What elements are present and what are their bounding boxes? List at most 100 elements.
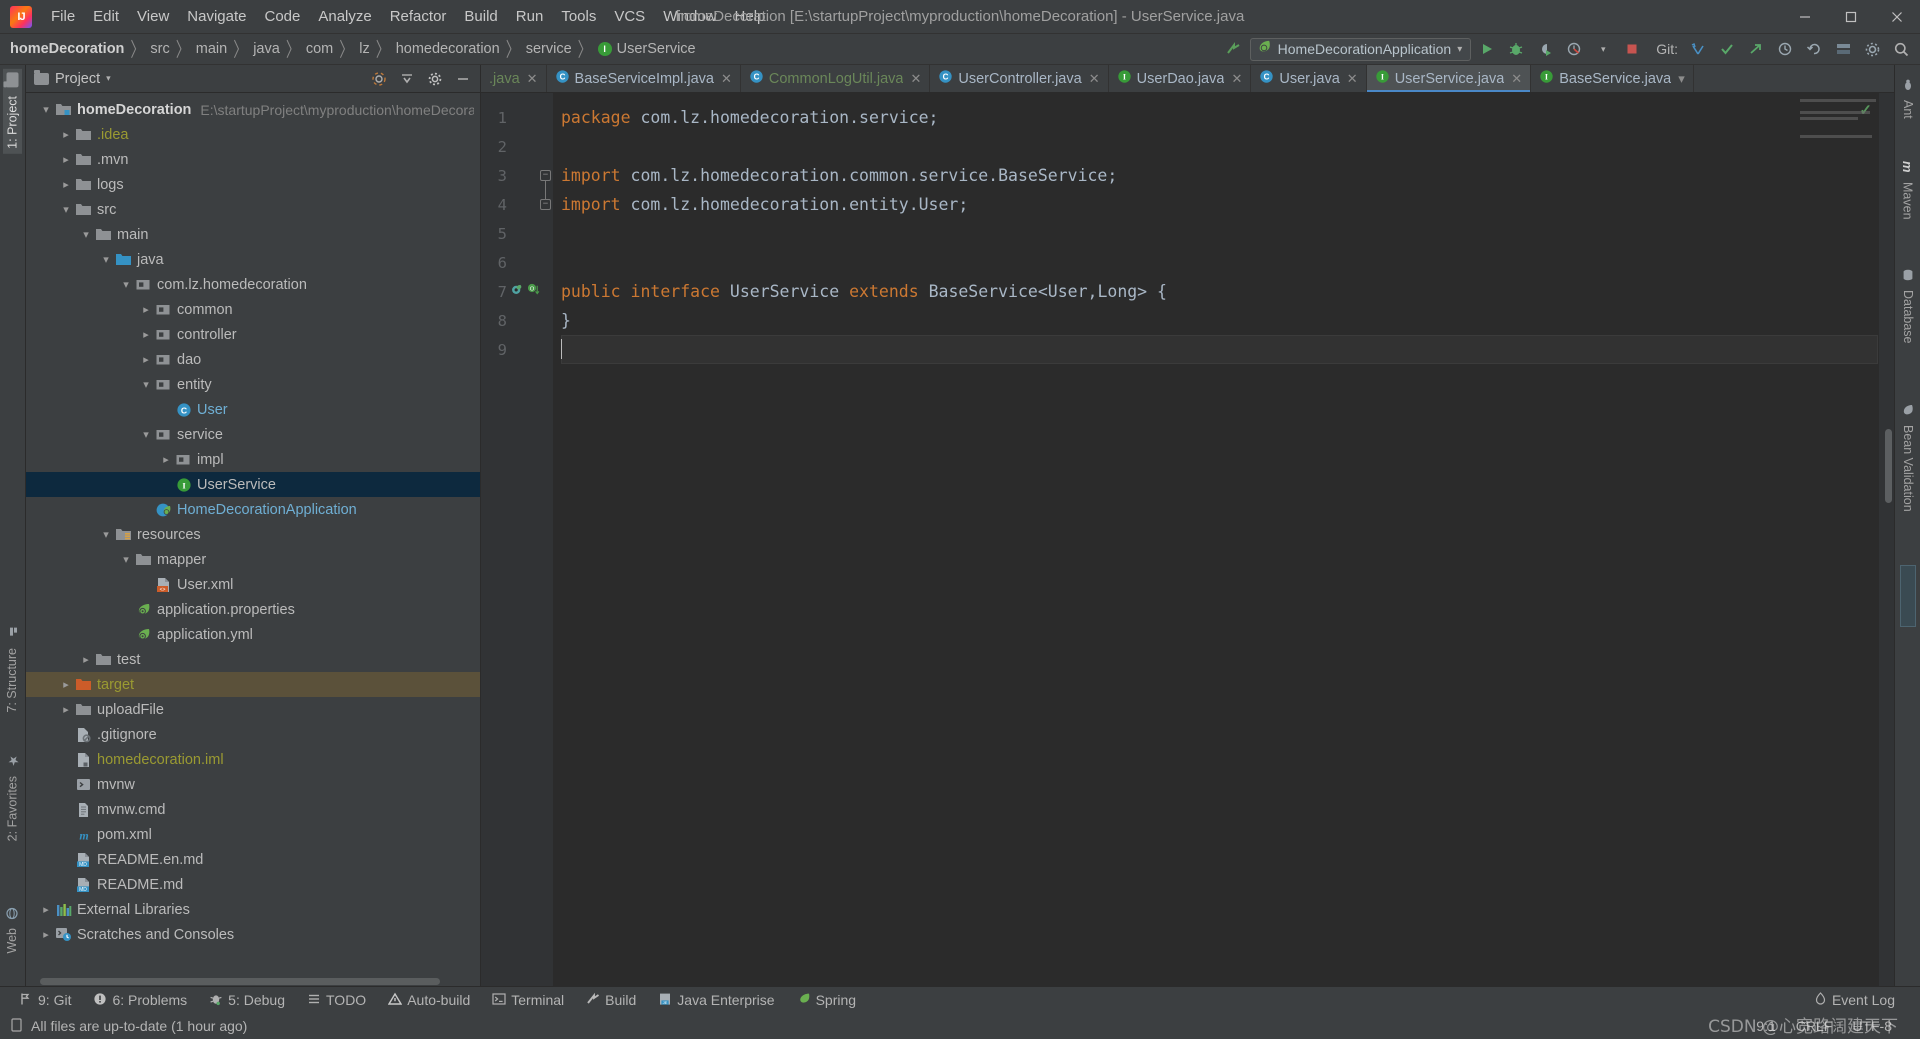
code-line[interactable] <box>561 219 1878 248</box>
breadcrumb-item-java[interactable]: java <box>249 39 284 59</box>
search-everywhere-icon[interactable] <box>1888 37 1914 61</box>
tree-node-main[interactable]: ▾ main <box>26 222 480 247</box>
editor-tab-userservice-java[interactable]: I UserService.java ✕ <box>1366 65 1532 92</box>
code-line[interactable]: import com.lz.homedecoration.common.serv… <box>561 161 1878 190</box>
tool-window-button-spring[interactable]: Spring <box>786 990 867 1011</box>
code-line[interactable] <box>561 132 1878 161</box>
chevron-right-icon[interactable]: ▸ <box>138 353 154 366</box>
chevron-right-icon[interactable]: ▸ <box>58 678 74 691</box>
menu-item-window[interactable]: Window <box>654 4 725 29</box>
gutter-line[interactable]: 4− <box>481 190 553 219</box>
menu-item-run[interactable]: Run <box>507 4 553 29</box>
tree-node--idea[interactable]: ▸ .idea <box>26 122 480 147</box>
code-line[interactable]: public interface UserService extends Bas… <box>561 277 1878 306</box>
chevron-down-icon[interactable]: ▾ <box>58 203 74 216</box>
caret-position[interactable]: 9:1 <box>1756 1018 1775 1034</box>
tool-window-button-auto-build[interactable]: Auto-build <box>377 990 481 1011</box>
tree-node-readme-md[interactable]: MD README.md <box>26 872 480 897</box>
settings-gear-icon[interactable] <box>1859 37 1885 61</box>
chevron-right-icon[interactable]: ▸ <box>58 128 74 141</box>
close-icon[interactable]: ✕ <box>1231 71 1242 87</box>
minimize-button[interactable] <box>1782 0 1828 34</box>
tree-node-homedecoration[interactable]: ▾ homeDecoration E:\startupProject\myprodu… <box>26 97 480 122</box>
editor-tab-userdao-java[interactable]: I UserDao.java ✕ <box>1109 65 1252 92</box>
update-project-icon[interactable] <box>1685 37 1711 61</box>
chevron-right-icon[interactable]: ▸ <box>138 328 154 341</box>
menu-item-build[interactable]: Build <box>455 4 506 29</box>
chevron-down-icon[interactable]: ▾ <box>118 553 134 566</box>
make-project-icon[interactable] <box>1221 37 1247 61</box>
gutter-line[interactable]: 6 <box>481 248 553 277</box>
editor-tab-baseserviceimpl-java[interactable]: C BaseServiceImpl.java ✕ <box>547 65 741 92</box>
editor-tab--java[interactable]: .java ✕ <box>481 65 547 92</box>
push-icon[interactable] <box>1743 37 1769 61</box>
gutter-line[interactable]: 5 <box>481 219 553 248</box>
tree-node-uploadfile[interactable]: ▸ uploadFile <box>26 697 480 722</box>
editor-code[interactable]: package com.lz.homedecoration.service; im… <box>553 93 1878 986</box>
chevron-right-icon[interactable]: ▸ <box>58 153 74 166</box>
chevron-right-icon[interactable]: ▸ <box>158 453 174 466</box>
line-separator[interactable]: CRLF <box>1796 1018 1833 1034</box>
debug-icon[interactable] <box>1503 37 1529 61</box>
tool-window-button-9-git[interactable]: 9: Git <box>8 990 82 1011</box>
tree-node-com-lz-homedecoration[interactable]: ▾ com.lz.homedecoration <box>26 272 480 297</box>
chevron-right-icon[interactable]: ▸ <box>58 178 74 191</box>
chevron-down-icon[interactable]: ▾ <box>106 73 111 84</box>
project-tree-hscrollbar[interactable] <box>26 977 480 986</box>
menu-item-view[interactable]: View <box>128 4 178 29</box>
chevron-down-icon[interactable]: ▾ <box>38 103 54 116</box>
fold-end-icon[interactable]: − <box>540 199 551 210</box>
project-settings-gear-icon[interactable] <box>422 67 448 91</box>
close-icon[interactable]: ✕ <box>1347 71 1358 87</box>
breadcrumb-item-homedecoration[interactable]: homedecoration <box>392 39 504 59</box>
tree-node-common[interactable]: ▸ common <box>26 297 480 322</box>
editor-marker-bar[interactable] <box>1878 93 1894 986</box>
breadcrumb-item-userservice[interactable]: I UserService <box>594 39 700 59</box>
sidebar-item-favorites[interactable]: 2: Favorites ★ <box>3 747 22 846</box>
sidebar-item-project[interactable]: 1: Project <box>3 69 22 154</box>
tree-node-impl[interactable]: ▸ impl <box>26 447 480 472</box>
tree-node-application-yml[interactable]: application.yml <box>26 622 480 647</box>
tree-node-java[interactable]: ▾ java <box>26 247 480 272</box>
tree-node-mvnw[interactable]: mvnw <box>26 772 480 797</box>
fold-start-icon[interactable]: − <box>540 170 551 181</box>
editor-tab-commonlogutil-java[interactable]: C CommonLogUtil.java ✕ <box>741 65 931 92</box>
chevron-right-icon[interactable]: ▸ <box>38 928 54 941</box>
locate-file-icon[interactable] <box>366 67 392 91</box>
gutter-line[interactable]: 7O <box>481 277 553 306</box>
breadcrumb-item-main[interactable]: main <box>192 39 231 59</box>
editor-gutter[interactable]: 1 2 3−4−5 6 7 O 8 9 <box>481 93 553 986</box>
gutter-line[interactable]: 1 <box>481 103 553 132</box>
editor-tab-usercontroller-java[interactable]: C UserController.java ✕ <box>930 65 1109 92</box>
run-configuration-selector[interactable]: HomeDecorationApplication ▾ <box>1249 37 1472 61</box>
menu-item-file[interactable]: File <box>42 4 84 29</box>
menu-item-navigate[interactable]: Navigate <box>178 4 255 29</box>
code-line[interactable]: import com.lz.homedecoration.entity.User… <box>561 190 1878 219</box>
editor-tab-user-java[interactable]: C User.java ✕ <box>1251 65 1367 92</box>
sidebar-item-ant[interactable]: Ant <box>1899 75 1917 123</box>
sidebar-item-database[interactable]: Database <box>1899 265 1917 348</box>
tool-window-button-java-enterprise[interactable]: JE Java Enterprise <box>647 990 785 1011</box>
tree-node--gitignore[interactable]: .gitignore <box>26 722 480 747</box>
tree-node-userservice[interactable]: I UserService <box>26 472 480 497</box>
breadcrumb-item-lz[interactable]: lz <box>355 39 373 59</box>
hide-panel-icon[interactable] <box>450 67 476 91</box>
tree-node-user[interactable]: C User <box>26 397 480 422</box>
tool-window-button-todo[interactable]: TODO <box>296 990 377 1011</box>
tool-window-button-5-debug[interactable]: 5: Debug <box>198 990 296 1011</box>
tool-window-button-terminal[interactable]: Terminal <box>481 990 575 1011</box>
sidebar-item-structure[interactable]: 7: Structure <box>3 622 21 718</box>
gutter-line[interactable]: 8 <box>481 306 553 335</box>
chevron-down-icon[interactable]: ▾ <box>118 278 134 291</box>
sidebar-item-bean-validation[interactable]: Bean Validation <box>1899 400 1917 516</box>
tree-node-homedecorationapplication[interactable]: HomeDecorationApplication <box>26 497 480 522</box>
tree-node-controller[interactable]: ▸ controller <box>26 322 480 347</box>
run-with-coverage-icon[interactable] <box>1532 37 1558 61</box>
gutter-line[interactable]: 2 <box>481 132 553 161</box>
menu-item-edit[interactable]: Edit <box>84 4 128 29</box>
tree-node-pom-xml[interactable]: m pom.xml <box>26 822 480 847</box>
tree-node-user-xml[interactable]: <> User.xml <box>26 572 480 597</box>
sidebar-item-web[interactable]: Web <box>3 902 21 958</box>
chevron-down-icon[interactable]: ▾ <box>1678 71 1685 87</box>
menu-item-vcs[interactable]: VCS <box>605 4 654 29</box>
